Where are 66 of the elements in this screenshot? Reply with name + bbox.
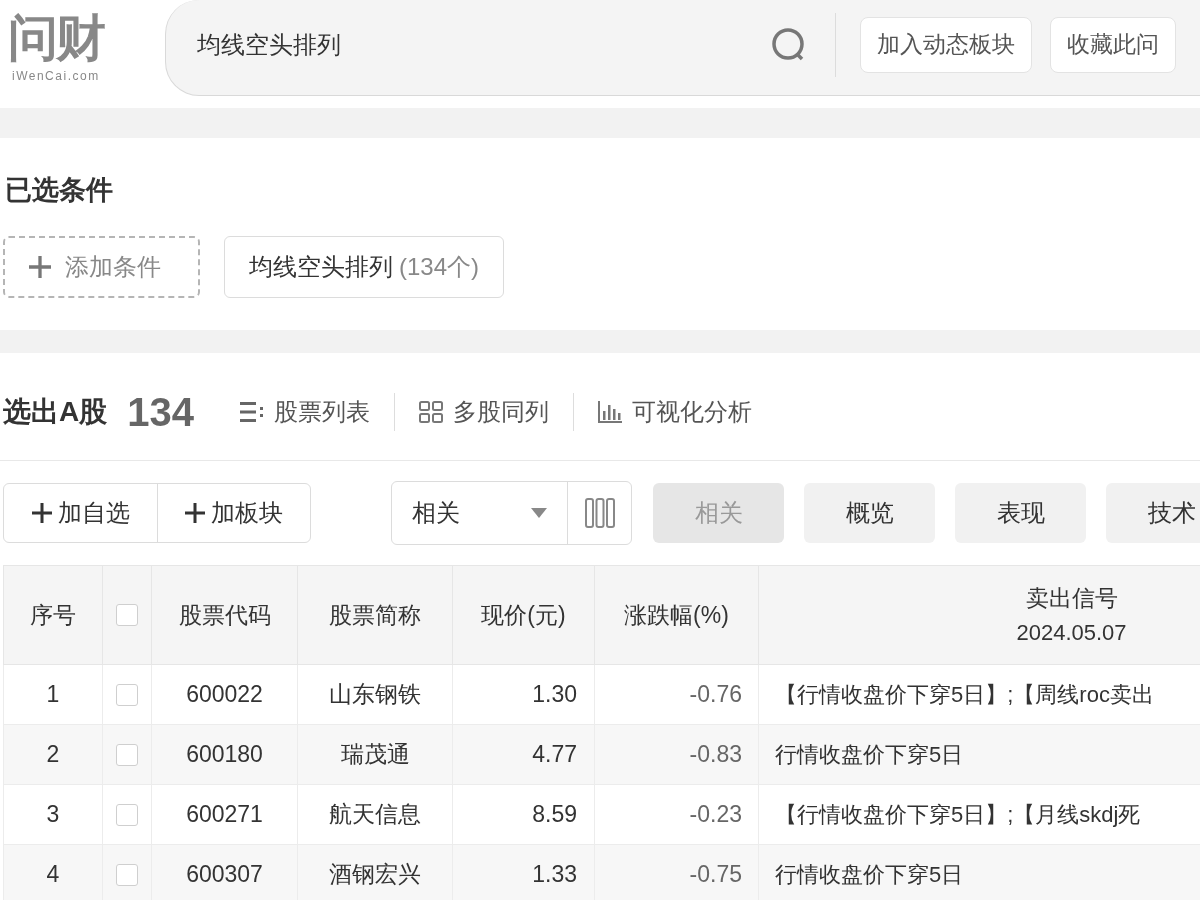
view-tab[interactable]: 可视化分析 xyxy=(598,393,752,430)
search-field[interactable]: 均线空头排列 xyxy=(165,0,765,96)
logo-text: 问财 xyxy=(8,9,106,68)
stock-name-link[interactable]: 瑞茂通 xyxy=(340,737,410,772)
header-button[interactable]: 加入动态板块 xyxy=(860,16,1032,73)
table-cell-text: 1 xyxy=(46,680,60,710)
table-cell-text: -0.75 xyxy=(689,860,742,890)
caret-icon xyxy=(531,508,547,518)
select-value: 相关 xyxy=(412,498,461,528)
plus-icon xyxy=(185,503,205,523)
condition-label: 均线空头排列 xyxy=(249,252,393,282)
column-header: 股票代码 xyxy=(178,601,271,630)
table-cell-text: 600307 xyxy=(186,860,263,890)
view-tab[interactable]: 股票列表 xyxy=(240,393,370,430)
checkbox[interactable] xyxy=(116,604,138,626)
checkbox[interactable] xyxy=(116,803,138,826)
checkbox[interactable] xyxy=(116,863,138,886)
column-header: 序号 xyxy=(30,601,76,630)
category-tab[interactable]: 表现 xyxy=(955,483,1086,543)
list-icon xyxy=(240,400,264,423)
column-header: 现价(元) xyxy=(481,601,566,630)
column-header: 涨跌幅(%) xyxy=(624,601,729,630)
results-count: 134 xyxy=(127,389,194,434)
plus-icon xyxy=(31,503,52,523)
table-cell-text: -0.23 xyxy=(689,800,742,830)
bar-chart-icon xyxy=(598,400,622,423)
category-tab[interactable]: 概览 xyxy=(804,483,935,543)
table-cell-text: 行情收盘价下穿5日 xyxy=(775,861,964,889)
header-button[interactable]: 收藏此问 xyxy=(1050,16,1176,73)
category-tab[interactable]: 技术 xyxy=(1106,483,1200,543)
grid-icon xyxy=(419,400,443,423)
checkbox[interactable] xyxy=(116,683,138,706)
logo-domain: iWenCai.com xyxy=(11,68,101,84)
table-cell-text: 600022 xyxy=(186,680,263,710)
table-cell-text: 4.77 xyxy=(532,740,577,770)
table-cell-text: 1.30 xyxy=(532,680,577,710)
table-cell-text: 8.59 xyxy=(532,800,577,830)
table-cell-text: -0.76 xyxy=(689,680,742,710)
condition-chip[interactable]: 均线空头排列 (134个) xyxy=(224,236,505,298)
table-cell-text: 3 xyxy=(46,800,60,830)
stock-name-link[interactable]: 航天信息 xyxy=(329,797,421,832)
view-tab[interactable]: 多股同列 xyxy=(419,393,549,430)
results-title: 选出A股 xyxy=(3,394,108,429)
table-cell-text: 600180 xyxy=(186,740,263,770)
table-cell-text: -0.83 xyxy=(689,740,742,770)
column-header: 卖出信号 xyxy=(1025,584,1118,613)
stock-name-link[interactable]: 酒钢宏兴 xyxy=(329,857,421,892)
add-button[interactable]: 加自选 xyxy=(4,484,157,542)
table-cell-text: 2 xyxy=(46,740,60,770)
condition-count: (134个) xyxy=(399,252,480,282)
table-cell-text: 1.33 xyxy=(532,860,577,890)
plus-icon xyxy=(29,256,51,278)
search-icon[interactable] xyxy=(771,26,807,63)
column-header: 股票简称 xyxy=(329,601,421,630)
columns-icon xyxy=(584,498,615,528)
table-cell-text: 600271 xyxy=(186,800,263,830)
table-cell-text: 4 xyxy=(46,860,60,890)
table-cell-text: 【行情收盘价下穿5日】;【月线skdj死 xyxy=(775,801,1141,829)
add-condition-button[interactable]: 添加条件 xyxy=(3,236,200,298)
add-button[interactable]: 加板块 xyxy=(157,484,310,542)
section-title: 已选条件 xyxy=(4,174,113,206)
column-date: 2024.05.07 xyxy=(1016,619,1127,647)
table-cell-text: 【行情收盘价下穿5日】;【周线roc卖出 xyxy=(775,681,1154,709)
stock-name-link[interactable]: 山东钢铁 xyxy=(329,677,421,712)
checkbox[interactable] xyxy=(116,743,138,766)
table-cell-text: 行情收盘价下穿5日 xyxy=(775,741,964,769)
